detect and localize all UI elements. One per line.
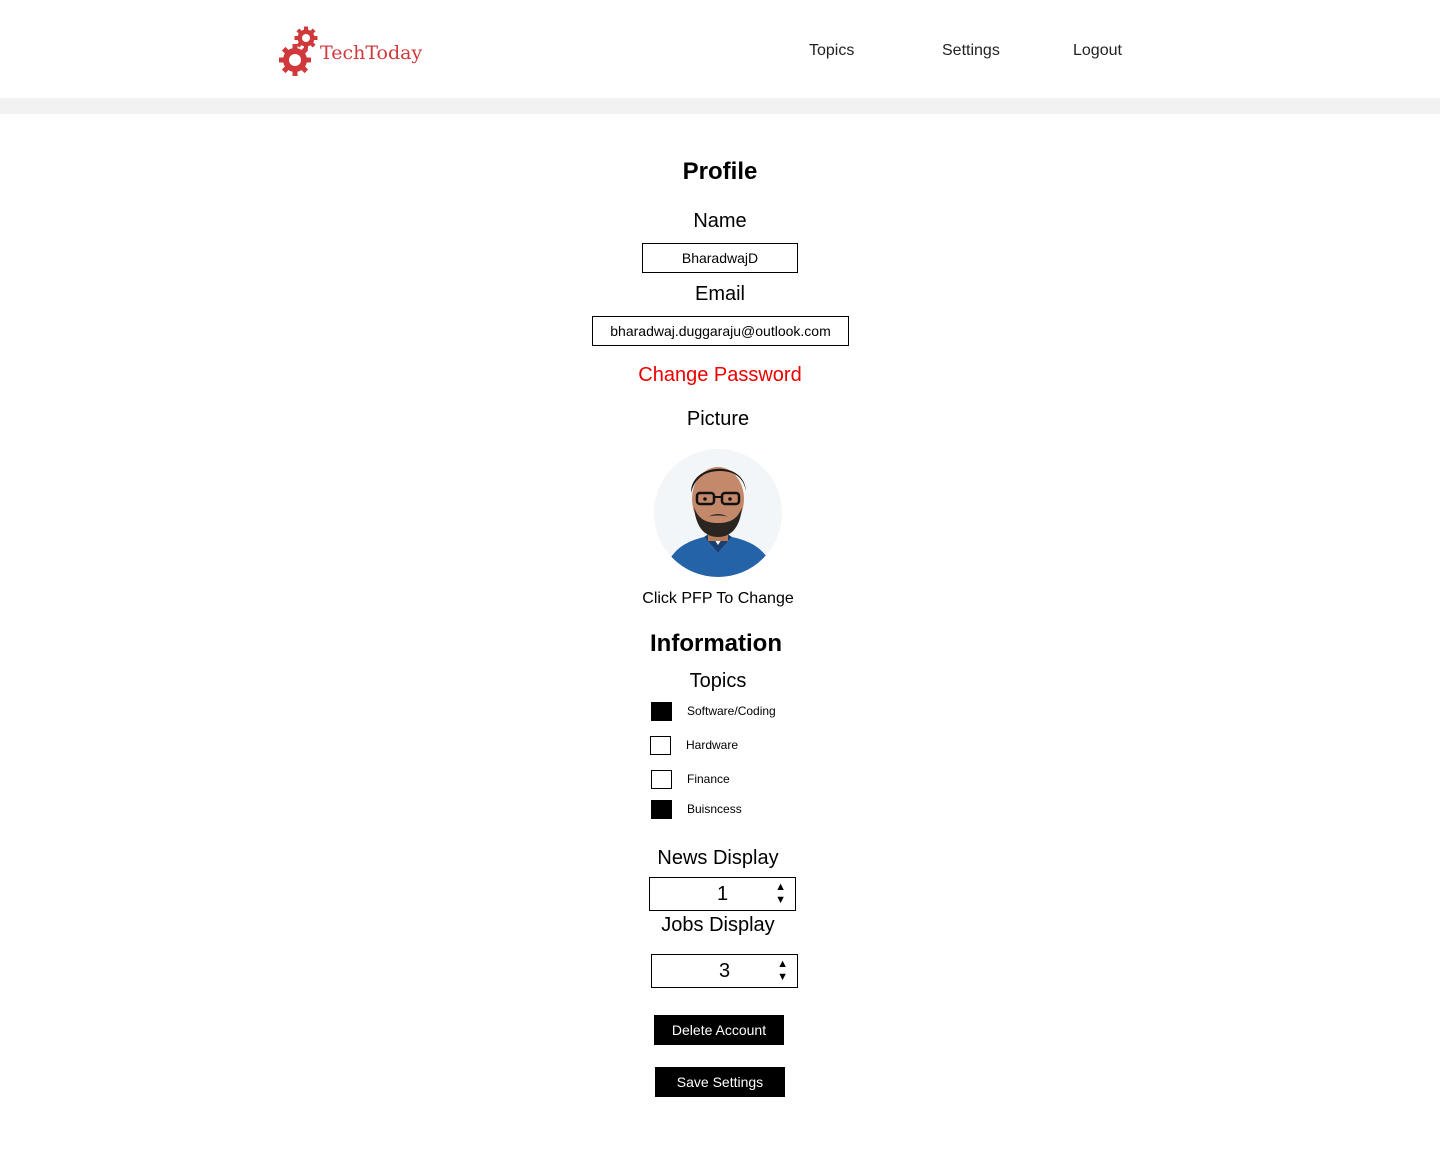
spinner-down-icon[interactable]: ▼	[777, 972, 788, 983]
news-display-stepper[interactable]: 1 ▲ ▼	[649, 877, 796, 911]
jobs-display-label: Jobs Display	[661, 914, 775, 936]
top-header: TechToday Topics Settings Logout	[0, 0, 1440, 98]
jobs-display-stepper[interactable]: 3 ▲ ▼	[651, 954, 798, 988]
person-portrait-icon	[654, 449, 782, 577]
change-password-link[interactable]: Change Password	[638, 364, 801, 387]
news-display-value: 1	[716, 883, 729, 905]
topic-label-finance: Finance	[687, 772, 730, 786]
topic-label-software: Software/Coding	[687, 704, 776, 718]
topic-label-hardware: Hardware	[686, 738, 739, 752]
topics-label: Topics	[689, 670, 747, 692]
nav-topics[interactable]: Topics	[809, 42, 854, 60]
spinner-up-icon[interactable]: ▲	[775, 882, 786, 893]
delete-account-button[interactable]: Delete Account	[654, 1015, 784, 1045]
nav-settings[interactable]: Settings	[942, 42, 1000, 60]
profile-picture-avatar[interactable]	[654, 449, 782, 577]
header-divider	[0, 98, 1440, 114]
picture-label: Picture	[686, 408, 750, 430]
name-label: Name	[693, 210, 747, 232]
topic-checkbox-hardware[interactable]	[650, 736, 671, 755]
brand-name[interactable]: TechToday	[320, 42, 422, 64]
spinner-down-icon[interactable]: ▼	[775, 895, 786, 906]
spinner-up-icon[interactable]: ▲	[777, 959, 788, 970]
information-heading: Information	[650, 630, 782, 657]
topic-checkbox-software[interactable]	[651, 702, 672, 721]
name-input[interactable]	[642, 243, 798, 273]
email-label: Email	[694, 283, 746, 305]
topic-label-business: Buisncess	[687, 802, 742, 816]
save-settings-button[interactable]: Save Settings	[655, 1067, 785, 1097]
nav-logout[interactable]: Logout	[1073, 42, 1122, 60]
topic-checkbox-finance[interactable]	[651, 770, 672, 789]
topic-checkbox-business[interactable]	[651, 800, 672, 819]
jobs-display-value: 3	[718, 960, 731, 982]
profile-heading: Profile	[682, 158, 758, 185]
picture-hint: Click PFP To Change	[642, 590, 794, 607]
email-input[interactable]	[592, 316, 849, 346]
news-display-label: News Display	[657, 847, 779, 869]
